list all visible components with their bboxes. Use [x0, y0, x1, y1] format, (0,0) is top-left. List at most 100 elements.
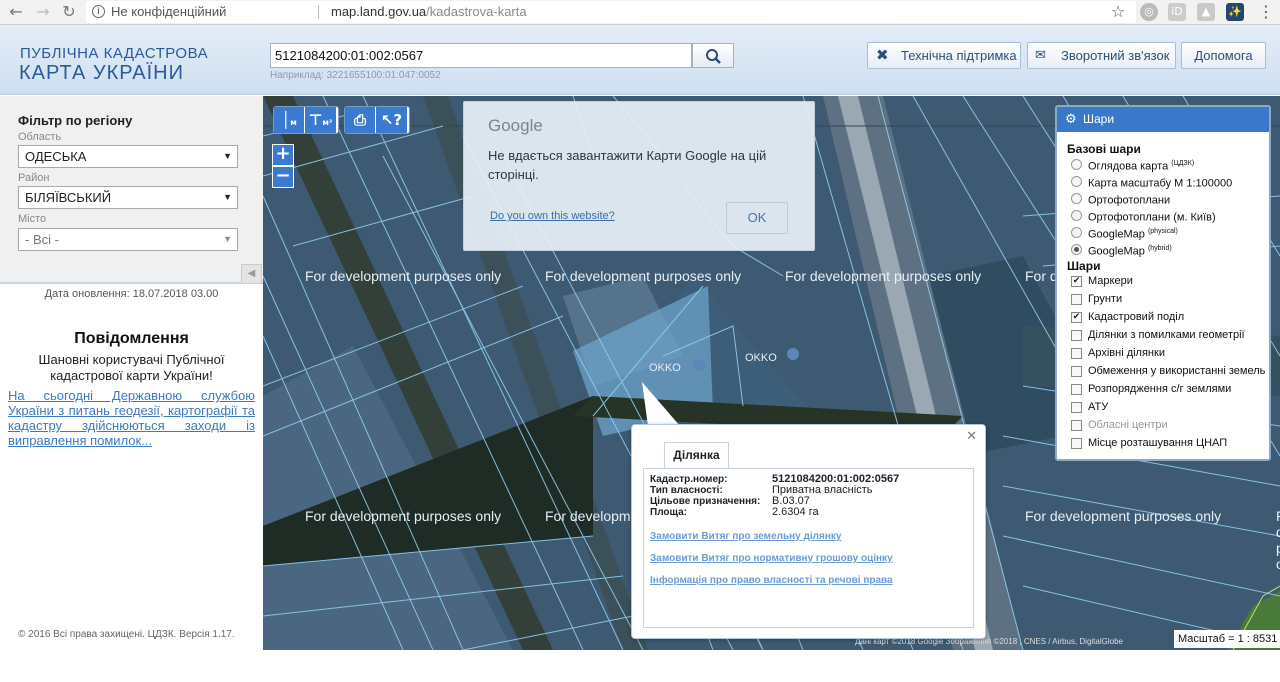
parcel-field-label: Кадастр.номер: [650, 474, 728, 485]
back-icon[interactable]: ← [6, 2, 26, 22]
logo-line2[interactable]: КАРТА УКРАЇНИ [19, 62, 184, 85]
parcel-field-value: 2.6304 га [772, 506, 819, 518]
base-layer-label: GoogleMap (hybrid) [1088, 242, 1172, 259]
checkbox-icon[interactable] [1071, 402, 1082, 413]
city-label: Місто [18, 213, 47, 225]
watermark: For development purposes only [305, 508, 502, 524]
radio-icon[interactable] [1071, 159, 1082, 170]
dropdown-arrow-icon: ▼ [223, 192, 232, 202]
checkbox-icon[interactable] [1071, 366, 1082, 377]
base-layer-label: Карта масштабу М 1:100000 [1088, 174, 1232, 191]
map-scale: Масштаб = 1 : 8531 [1174, 630, 1280, 648]
browser-menu-icon[interactable]: ⋮ [1256, 2, 1276, 22]
identify-button[interactable]: ↖? [376, 107, 407, 133]
rayon-label: Район [18, 172, 50, 184]
measure-toolbar: │м ⊤м² [273, 106, 339, 134]
gear-icon: ⚙ [1065, 112, 1077, 127]
feedback-button[interactable]: ✉ Зворотний зв'язок [1027, 42, 1176, 69]
collapse-sidebar-button[interactable]: ◀ [241, 264, 262, 284]
site-header: ПУБЛІЧНА КАДАСТРОВА КАРТА УКРАЇНИ 512108… [0, 25, 1280, 95]
parcel-details: Кадастр.номер: 5121084200:01:002:0567 Тип … [643, 468, 974, 628]
overlay-layer-label: Обмеження у використанні земель [1088, 365, 1266, 377]
extension-icon-1[interactable]: ◎ [1140, 3, 1158, 21]
parcel-action-link[interactable]: Інформація про право власності та речові… [650, 575, 893, 586]
cadastral-search-input[interactable]: 5121084200:01:002:0567 [270, 43, 692, 68]
overlay-layer-label: Архівні ділянки [1088, 347, 1165, 359]
feedback-label: Зворотний зв'язок [1061, 48, 1170, 63]
poi-label[interactable]: OKKO [649, 362, 681, 374]
watermark: For development purposes only [1276, 508, 1280, 572]
parcel-action-link[interactable]: Замовити Витяг про земельну ділянку [650, 531, 841, 542]
google-error-message: Не вдається завантажити Карти Google на … [488, 148, 767, 182]
oblast-select[interactable]: ОДЕСЬКА ▼ [18, 145, 238, 168]
checkbox-icon[interactable] [1071, 420, 1082, 431]
url-path: /kadastrova-karta [426, 4, 527, 19]
print-button[interactable]: ⎙ [345, 107, 376, 133]
checkbox-icon[interactable] [1071, 438, 1082, 449]
extension-icon-2[interactable]: iD [1168, 3, 1186, 21]
poi-marker-icon[interactable] [787, 348, 799, 360]
print-toolbar: ⎙ ↖? [344, 106, 410, 134]
checkbox-icon[interactable] [1071, 294, 1082, 305]
base-layer-name: Оглядова карта [1088, 160, 1169, 173]
parcel-field-label: Цільове призначення: [650, 496, 761, 507]
base-layers-title: Базові шари [1067, 142, 1141, 156]
google-maps-error-dialog: Google Не вдається завантажити Карти Goo… [463, 101, 815, 251]
layers-title: Шари [1083, 112, 1115, 126]
zoom-in-button[interactable]: + [272, 144, 294, 166]
rayon-select[interactable]: БІЛЯЇВСЬКИЙ ▼ [18, 186, 238, 209]
forward-icon[interactable]: → [33, 2, 53, 22]
checkbox-icon[interactable] [1071, 348, 1082, 359]
poi-label[interactable]: OKKO [745, 352, 777, 364]
checkbox-icon[interactable] [1071, 330, 1082, 341]
radio-icon[interactable] [1071, 193, 1082, 204]
ok-button[interactable]: OK [726, 202, 788, 234]
city-select[interactable]: - Всі - ▼ [18, 228, 238, 251]
close-icon[interactable]: ✕ [966, 429, 977, 444]
google-brand: Google [488, 116, 543, 135]
notice-body: Шановні користувачі Публічної кадастрово… [38, 352, 225, 383]
address-separator [318, 5, 319, 19]
popup-pointer [642, 382, 680, 426]
watermark: For development purposes only [305, 268, 502, 284]
browser-toolbar: ← → ↻ i Не конфіденційний map.land.gov.u… [0, 0, 1280, 25]
own-website-link[interactable]: Do you own this website? [490, 210, 615, 222]
tab-parcel[interactable]: Ділянка [664, 442, 729, 468]
parcel-popup: ✕ Ділянка Кадастр.номер: 5121084200:01:00… [631, 424, 986, 639]
overlay-layer-label: Обласні центри [1088, 419, 1168, 431]
support-button[interactable]: ✖ Технічна підтримка [867, 42, 1021, 69]
overlay-layer-label: АТУ [1088, 401, 1109, 413]
poi-marker-icon[interactable] [693, 359, 705, 371]
checkbox-icon[interactable]: ✔ [1071, 276, 1082, 287]
zoom-out-button[interactable]: − [272, 166, 294, 188]
help-label: Допомога [1194, 48, 1253, 63]
notice-link[interactable]: На сьогодні Державною службою України з … [8, 388, 255, 448]
watermark: For development purposes only [785, 268, 982, 284]
reload-icon[interactable]: ↻ [59, 2, 79, 22]
radio-icon[interactable] [1071, 210, 1082, 221]
support-label: Технічна підтримка [901, 48, 1017, 63]
bookmark-star-icon[interactable]: ☆ [1108, 2, 1128, 22]
search-button[interactable] [692, 43, 734, 68]
extension-icon-3[interactable]: ▲ [1197, 3, 1215, 21]
measure-distance-button[interactable]: │м [274, 107, 305, 133]
overlay-layer-label: Грунти [1088, 293, 1123, 305]
base-layer-name: Ортофотоплани (м. Київ) [1088, 211, 1216, 224]
logo-line1[interactable]: ПУБЛІЧНА КАДАСТРОВА [20, 45, 208, 62]
info-icon[interactable]: i [92, 5, 105, 18]
checkbox-icon[interactable] [1071, 384, 1082, 395]
watermark: For development purposes only [545, 268, 742, 284]
url-host: map.land.gov.ua [331, 4, 427, 19]
extension-icon-4[interactable]: ✨ [1226, 3, 1244, 21]
radio-icon[interactable] [1071, 227, 1082, 238]
parcel-action-link[interactable]: Замовити Витяг про нормативну грошову оц… [650, 553, 893, 564]
overlay-layer-label: Місце розташування ЦНАП [1088, 437, 1228, 449]
city-value: - Всі - [25, 232, 59, 247]
help-button[interactable]: Допомога [1181, 42, 1266, 69]
measure-area-button[interactable]: ⊤м² [305, 107, 336, 133]
checkbox-icon[interactable]: ✔ [1071, 312, 1082, 323]
layers-header[interactable]: ⚙ Шари [1057, 107, 1269, 132]
radio-icon[interactable] [1071, 244, 1082, 255]
radio-icon[interactable] [1071, 176, 1082, 187]
address-bar[interactable]: i Не конфіденційний map.land.gov.ua/kada… [86, 1, 1136, 23]
